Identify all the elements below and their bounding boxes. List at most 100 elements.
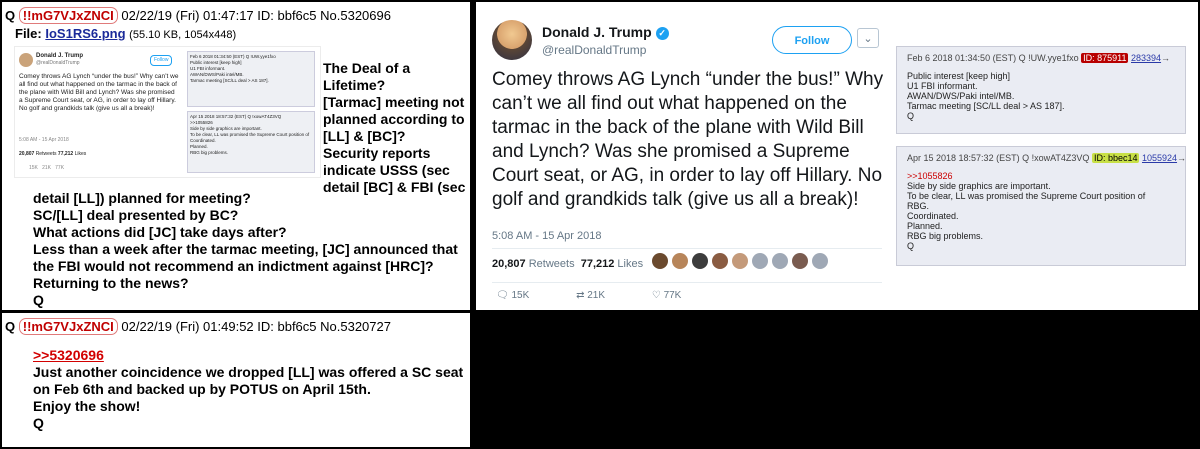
liker-avatar[interactable] — [712, 252, 728, 269]
chevron-down-icon[interactable]: ⌄ — [857, 28, 879, 48]
liker-avatar[interactable] — [812, 252, 828, 269]
like-count: 77,212 — [580, 258, 615, 270]
thumb-lk: 77K — [55, 165, 65, 171]
attached-image-thumbnail[interactable]: Donald J. Trump @realDonaldTrump Follow … — [14, 46, 321, 178]
reply-link[interactable]: >>5320696 — [33, 347, 104, 363]
text-line: [Tarmac] meeting not — [323, 94, 465, 110]
tweet-stats: 20,807 Retweets 77,212 Likes — [492, 258, 643, 270]
text-line: [LL] & [BC]? — [323, 128, 406, 144]
liker-avatar[interactable] — [792, 252, 808, 269]
text-line: on Feb 6th and backed up by POTUS on Apr… — [33, 381, 371, 397]
thumb-name: Donald J. Trump — [36, 53, 84, 59]
tripcode: !!mG7VJxZNCI — [18, 318, 118, 335]
thumb-actions: 15K 21K 77K — [29, 165, 64, 172]
liker-avatar[interactable] — [692, 252, 708, 269]
liker-avatars — [652, 252, 832, 270]
post-body: >>5320696 Just another coincidence we dr… — [33, 347, 463, 432]
file-link[interactable]: IoS1RS6.png — [45, 26, 125, 41]
q-post-feb6: Feb 6 2018 01:34:50 (EST) Q !UW.yye1fxo … — [896, 46, 1186, 134]
thumb-replies: 15K — [29, 165, 38, 171]
thumb-line: RBG big problems. — [190, 150, 229, 155]
thumb-tweet-text: Comey throws AG Lynch “under the bus!” W… — [19, 73, 179, 112]
thumb-time: 5:08 AM - 15 Apr 2018 — [19, 137, 69, 143]
text-line: SC/[LL] deal presented by BC? — [33, 207, 239, 223]
post-meta: 02/22/19 (Fri) 01:47:17 ID: bbf6c5 No.53… — [121, 8, 391, 23]
q-post-apr15: Apr 15 2018 18:57:32 (EST) Q !xowAT4Z3VQ… — [896, 146, 1186, 266]
file-label: File: — [15, 26, 42, 41]
tweet-screenshot: Donald J. Trump ✓ @realDonaldTrump Follow… — [476, 2, 1198, 310]
thumb-handle: @realDonaldTrump — [36, 60, 80, 66]
file-info: File: IoS1RS6.png (55.10 KB, 1054x448) — [15, 26, 236, 41]
post-body: detail [LL]) planned for meeting? SC/[LL… — [33, 190, 458, 309]
text-line: U1 FBI informant. — [907, 81, 978, 91]
post-header: Q !!mG7VJxZNCI 02/22/19 (Fri) 01:47:17 I… — [5, 7, 391, 24]
text-line: RBG. — [907, 201, 930, 211]
thumb-qpost-2: Apr 15 2018 18:57:32 (EST) Q !xowAT4Z3VQ… — [187, 111, 315, 173]
text-line: Security reports — [323, 145, 431, 161]
qpost-link[interactable]: 1055924 — [1142, 153, 1177, 163]
liker-avatar[interactable] — [772, 252, 788, 269]
qpost-header: Feb 6 2018 01:34:50 (EST) Q !UW.yye1fxo … — [907, 53, 1171, 63]
post-author: Q — [5, 319, 16, 334]
thumb-likes-label: Likes — [74, 151, 87, 157]
text-line: the FBI would not recommend an indictmen… — [33, 258, 434, 274]
text-line: AWAN/DWS/Paki intel/MB. — [907, 91, 1015, 101]
text-line: Just another coincidence we dropped [LL]… — [33, 364, 464, 380]
verified-icon: ✓ — [655, 26, 669, 40]
qpost-body: >>1055826 Side by side graphics are impo… — [907, 171, 1145, 251]
text-line: Planned. — [907, 221, 943, 231]
retweet-label[interactable]: Retweets — [529, 258, 575, 270]
qpost-body: Public interest [keep high] U1 FBI infor… — [907, 71, 1065, 121]
follow-button[interactable]: Follow — [772, 26, 852, 54]
qpost-link[interactable]: 283394 — [1131, 53, 1161, 63]
divider — [492, 282, 882, 283]
text-line: Lifetime? — [323, 77, 386, 93]
retweet-action[interactable]: ⇄ 21K — [576, 290, 627, 301]
liker-avatar[interactable] — [752, 252, 768, 269]
post-side-text: The Deal of a Lifetime? [Tarmac] meeting… — [323, 60, 465, 196]
thumb-likes: 77,212 — [57, 151, 74, 157]
tripcode: !!mG7VJxZNCI — [18, 7, 118, 24]
text-line: Q — [33, 415, 44, 431]
text-line: The Deal of a — [323, 60, 411, 76]
text-line: To be clear, LL was promised the Supreme… — [907, 191, 1146, 201]
thumb-line: Tarmac meeting [SC/LL deal > AS 187]. — [190, 78, 269, 83]
text-line: Less than a week after the tarmac meetin… — [33, 241, 458, 257]
text-line: RBG big problems. — [907, 231, 984, 241]
text-line: Q — [907, 241, 915, 251]
text-line: What actions did [JC] take days after? — [33, 224, 287, 240]
text-line: Public interest [keep high] — [907, 71, 1011, 81]
text-line: Returning to the news? — [33, 275, 189, 291]
file-size: (55.10 KB, 1054x448) — [129, 29, 237, 41]
like-label[interactable]: Likes — [617, 258, 643, 270]
author-handle[interactable]: @realDonaldTrump — [542, 43, 646, 57]
thumb-rt: 21K — [42, 165, 51, 171]
qpost-id: ID: bbec14 — [1091, 153, 1140, 163]
liker-avatar[interactable] — [672, 252, 688, 269]
thumb-qpost-1: Feb 6 2018 01:34:50 (EST) Q !UW.yye1fxo … — [187, 51, 315, 107]
liker-avatar[interactable] — [732, 252, 748, 269]
retweet-count: 20,807 — [492, 258, 526, 270]
reply-action[interactable]: 🗨 15K — [496, 290, 551, 301]
post-5320727: Q !!mG7VJxZNCI 02/22/19 (Fri) 01:49:52 I… — [2, 313, 470, 447]
tweet-timestamp[interactable]: 5:08 AM - 15 Apr 2018 — [492, 230, 601, 242]
liker-avatar[interactable] — [652, 252, 668, 269]
text-line: planned according to — [323, 111, 465, 127]
retweet-short: 21K — [587, 290, 606, 301]
qpost-id: ID: 875911 — [1081, 53, 1129, 63]
author-name: Donald J. Trump — [542, 24, 652, 40]
text-line: detail [LL]) planned for meeting? — [33, 190, 251, 206]
qpost-meta: Feb 6 2018 01:34:50 (EST) Q !UW.yye1fxo — [907, 53, 1079, 63]
reply-count: 15K — [511, 290, 530, 301]
divider — [492, 248, 882, 249]
avatar[interactable] — [492, 20, 532, 60]
text-line: Q — [33, 292, 44, 308]
post-header: Q !!mG7VJxZNCI 02/22/19 (Fri) 01:49:52 I… — [5, 318, 391, 335]
reply-link[interactable]: >>1055826 — [907, 171, 953, 181]
like-action[interactable]: ♡ 77K — [652, 290, 704, 301]
thumb-stats: 20,807 Retweets 77,212 Likes — [19, 151, 86, 158]
tweet-text: Comey throws AG Lynch “under the bus!” W… — [492, 69, 884, 210]
text-line: indicate USSS (sec — [323, 162, 450, 178]
text-line: Tarmac meeting [SC/LL deal > AS 187]. — [907, 101, 1065, 111]
tweet-author[interactable]: Donald J. Trump ✓ — [542, 24, 669, 40]
